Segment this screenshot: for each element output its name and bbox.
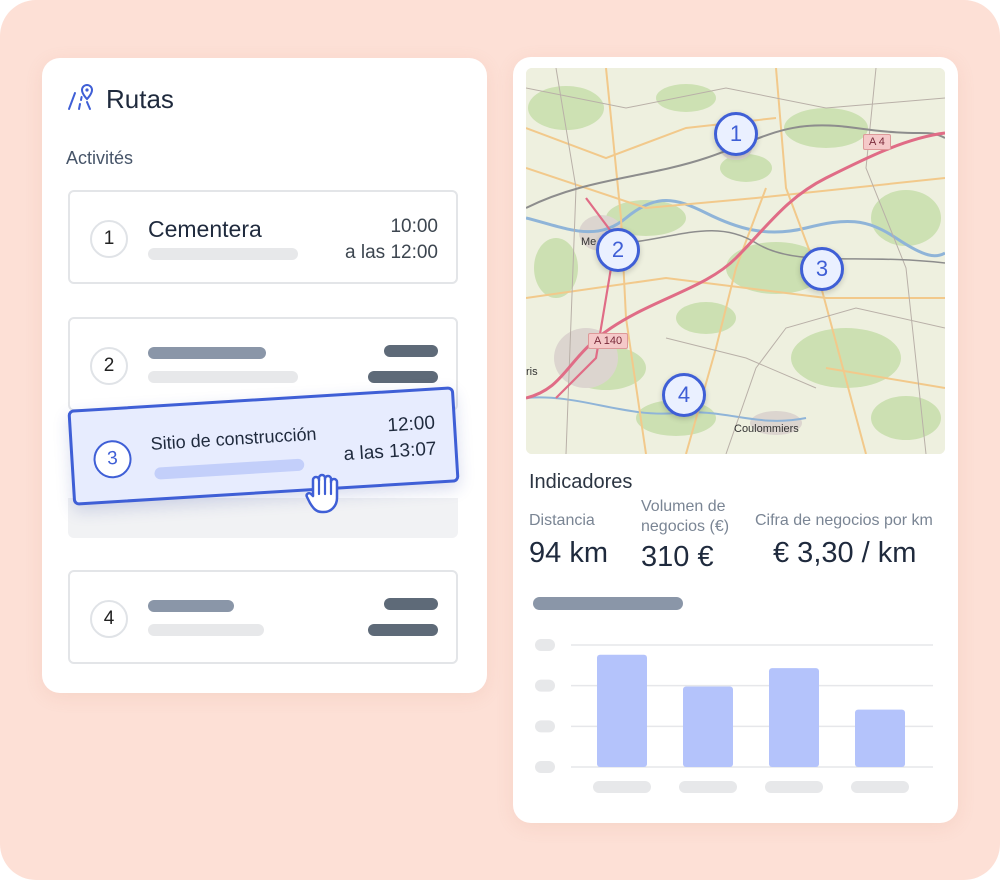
- section-label: Activités: [66, 148, 134, 168]
- bar-chart-svg: [533, 597, 933, 793]
- chart-bar: [597, 654, 647, 767]
- activity-title: Sitio de construcción: [150, 423, 318, 454]
- placeholder-bar: [368, 371, 438, 383]
- activity-time: 12:00 a las 13:07: [341, 411, 437, 469]
- grab-hand-icon: [304, 470, 346, 521]
- activity-title: Cementera: [148, 216, 262, 242]
- metric-label: Distancia: [529, 512, 595, 529]
- placeholder-bar: [148, 248, 298, 260]
- x-tick-placeholder: [765, 781, 823, 793]
- time-start: 10:00: [390, 216, 438, 237]
- chart-bar: [683, 686, 733, 767]
- map-indicators-panel: A 4 A 140 Me Coulommiers ris 1 2 3 4 Ind…: [513, 57, 958, 823]
- metric-label: negocios (€): [641, 518, 730, 535]
- placeholder-bar: [148, 600, 234, 612]
- routes-panel: Rutas Activités 1 Cementera 10:00 a las …: [42, 58, 487, 693]
- y-tick-placeholder: [535, 639, 555, 651]
- map-pin-1[interactable]: 1: [714, 112, 758, 156]
- time-end: a las 13:07: [343, 438, 438, 466]
- y-tick-placeholder: [535, 720, 555, 733]
- place-label: Coulommiers: [734, 423, 799, 435]
- metric-revenue-per-km: Cifra de negocios por km € 3,30 / km: [755, 511, 933, 570]
- time-end: a las 12:00: [345, 242, 438, 263]
- activity-row-4[interactable]: 4: [68, 570, 458, 664]
- placeholder-bar: [148, 371, 298, 383]
- y-tick-placeholder: [535, 761, 555, 773]
- road-label: A 140: [588, 333, 629, 349]
- placeholder-bar: [148, 624, 264, 636]
- placeholder-bar: [384, 345, 438, 357]
- metric-business-volume: Volumen de negocios (€) 310 €: [641, 497, 729, 574]
- x-tick-placeholder: [851, 781, 909, 793]
- y-tick-placeholder: [535, 679, 555, 692]
- map-pin-4[interactable]: 4: [662, 373, 706, 417]
- placeholder-bar: [154, 458, 305, 480]
- metric-value: € 3,30 / km: [773, 537, 917, 569]
- map-pin-3[interactable]: 3: [800, 247, 844, 291]
- place-label: ris: [526, 366, 538, 378]
- drop-slot: [68, 498, 458, 538]
- route-pin-icon: [66, 82, 96, 117]
- activity-time: 10:00 a las 12:00: [345, 214, 438, 266]
- metric-value: 310 €: [641, 541, 714, 573]
- map-pin-2[interactable]: 2: [596, 228, 640, 272]
- activity-number: 3: [92, 439, 133, 480]
- chart-title-placeholder: [533, 597, 683, 610]
- metric-label: Volumen de: [641, 498, 726, 515]
- activity-row-1[interactable]: 1 Cementera 10:00 a las 12:00: [68, 190, 458, 284]
- bar-chart: [533, 595, 938, 805]
- chart-bar: [855, 709, 905, 767]
- metric-distance: Distancia 94 km: [529, 511, 608, 570]
- app-title: Rutas: [106, 84, 174, 114]
- activity-number: 2: [90, 347, 128, 385]
- activity-number: 4: [90, 600, 128, 638]
- indicators-title: Indicadores: [529, 471, 633, 493]
- placeholder-bar: [368, 624, 438, 636]
- place-label: Me: [581, 236, 597, 248]
- road-label: A 4: [863, 134, 891, 150]
- x-tick-placeholder: [593, 781, 651, 793]
- app-header: Rutas: [66, 82, 174, 117]
- x-tick-placeholder: [679, 781, 737, 793]
- activity-number: 1: [90, 220, 128, 258]
- metric-label: Cifra de negocios por km: [755, 512, 933, 529]
- route-map[interactable]: A 4 A 140 Me Coulommiers ris 1 2 3 4: [526, 68, 945, 454]
- placeholder-bar: [148, 347, 266, 359]
- chart-bar: [769, 668, 819, 767]
- placeholder-bar: [384, 598, 438, 610]
- metric-value: 94 km: [529, 537, 608, 569]
